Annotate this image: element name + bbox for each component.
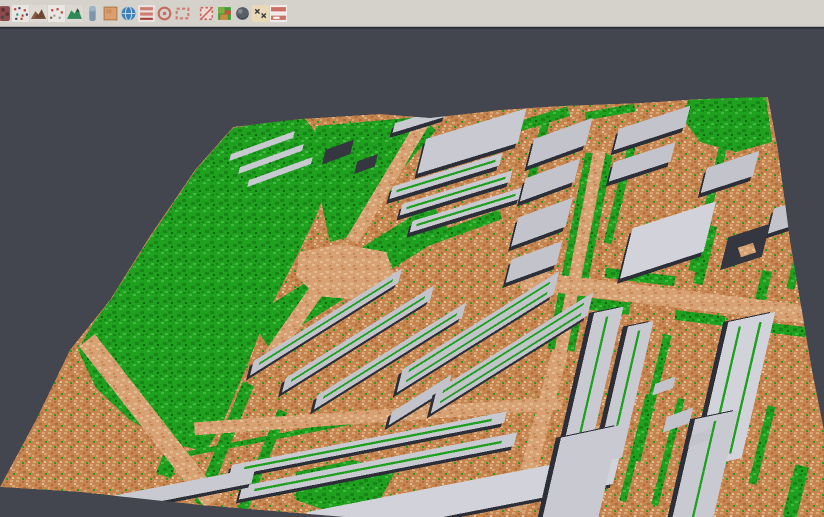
tool-crop-region[interactable] <box>198 5 215 22</box>
tool-flatten-bars-icon <box>270 5 287 22</box>
tool-sparse-points-icon <box>48 5 65 22</box>
tool-terrain-brown[interactable] <box>30 5 47 22</box>
tool-sparse-points[interactable] <box>48 5 65 22</box>
terrain-point-cloud-scene <box>0 29 824 517</box>
app-window <box>0 0 824 517</box>
tool-sphere-icon <box>234 5 251 22</box>
tool-clipped-red[interactable] <box>0 5 11 22</box>
tool-globe-icon <box>120 5 137 22</box>
toolbar <box>0 0 824 26</box>
viewport-3d[interactable] <box>0 29 824 517</box>
tool-terrain-green[interactable] <box>66 5 83 22</box>
tool-crop-region-icon <box>198 5 215 22</box>
tool-profile-lines-icon <box>138 5 155 22</box>
tool-clipped-red-icon <box>0 5 11 22</box>
tool-flatten-bars[interactable] <box>270 5 287 22</box>
tool-profile-lines[interactable] <box>138 5 155 22</box>
tool-select-rectangle-icon <box>174 5 191 22</box>
tool-orthophoto[interactable] <box>102 5 119 22</box>
tool-orthophoto-icon <box>102 5 119 22</box>
tool-globe[interactable] <box>120 5 137 22</box>
terrain-tile <box>0 96 824 517</box>
toolbar-divider-dark <box>0 27 824 29</box>
tool-align-points-icon <box>12 5 29 22</box>
tool-column-blue[interactable] <box>84 5 101 22</box>
toolbar-buttons <box>0 5 287 22</box>
tool-target-circle[interactable] <box>156 5 173 22</box>
tool-align-points[interactable] <box>12 5 29 22</box>
tool-delete-points[interactable] <box>252 5 269 22</box>
tool-delete-points-icon <box>252 5 269 22</box>
tool-select-rectangle[interactable] <box>174 5 191 22</box>
tool-target-circle-icon <box>156 5 173 22</box>
tool-terrain-brown-icon <box>30 5 47 22</box>
tool-classified-cloud-icon <box>216 5 233 22</box>
tool-classified-cloud[interactable] <box>216 5 233 22</box>
tool-sphere[interactable] <box>234 5 251 22</box>
tool-terrain-green-icon <box>66 5 83 22</box>
tool-column-blue-icon <box>84 5 101 22</box>
